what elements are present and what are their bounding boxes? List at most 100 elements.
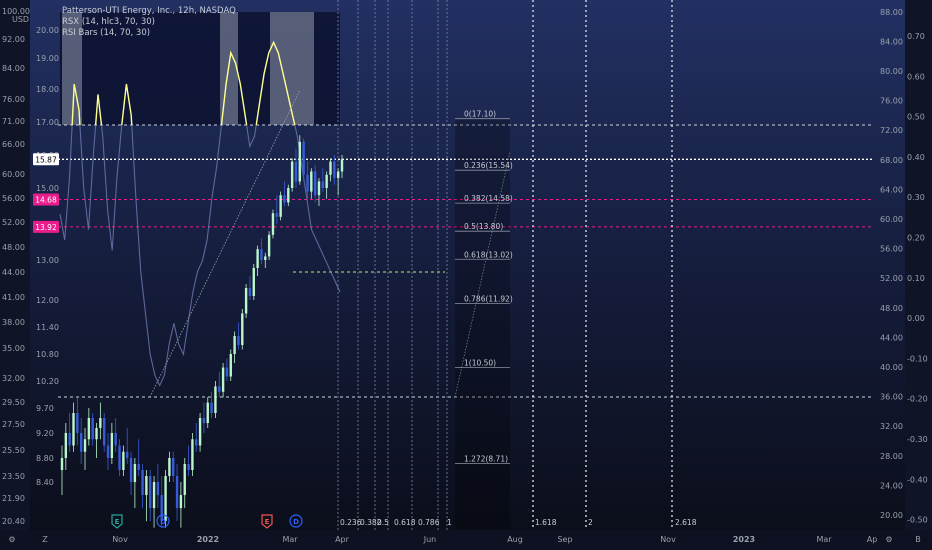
candle-body-up	[206, 402, 209, 423]
zoom-icon: Z	[42, 535, 48, 544]
chart-canvas[interactable]: 20.4021.9023.5025.5027.5029.5032.0035.00…	[0, 0, 932, 550]
candle-body-up	[99, 418, 102, 428]
left-axis-tick: 84.00	[2, 64, 25, 73]
candle-body-up	[64, 433, 68, 458]
price-axis-mid-tick: 8.40	[36, 478, 54, 487]
candle-body-up	[183, 464, 186, 496]
time-axis-label: Mar	[816, 535, 832, 544]
far-right-axis-tick: 0.10	[907, 274, 925, 283]
candle-body-down	[149, 476, 152, 509]
currency-label: USD	[12, 15, 29, 24]
settings-icon: B	[915, 535, 921, 544]
candle-body-up	[214, 386, 217, 413]
candle-body-up	[164, 476, 167, 522]
far-right-axis-tick: -0.20	[907, 395, 928, 404]
fib-level-label: 0.382(14.58)	[464, 194, 513, 203]
right-axis-tick: 84.00	[880, 37, 903, 46]
candle-body-up	[271, 213, 275, 235]
candle-body-down	[91, 418, 94, 440]
left-axis-tick: 23.50	[2, 472, 25, 481]
candle-body-down	[79, 433, 83, 452]
candle-body-up	[298, 141, 302, 182]
candle-body-down	[260, 249, 263, 260]
candle-body-down	[218, 386, 221, 392]
indicator-rsx-label[interactable]: RSX (14, hlc3, 70, 30)	[62, 17, 236, 28]
candle-body-down	[195, 439, 198, 446]
candle-body-up	[317, 181, 321, 196]
chart-legend: Patterson-UTI Energy, Inc., 12h, NASDAQ …	[62, 6, 236, 39]
fib-level-label: 0.5(13.80)	[464, 222, 503, 231]
time-axis-label: Nov	[660, 535, 676, 544]
left-axis-tick: 44.00	[2, 268, 25, 277]
candle-body-down	[313, 171, 317, 196]
candle-body-up	[179, 495, 183, 509]
far-right-axis-tick: -0.40	[907, 475, 928, 484]
fib-level-label: 0.236(15.54)	[464, 161, 513, 170]
candle-body-down	[210, 402, 213, 413]
left-axis-tick: 38.00	[2, 318, 25, 327]
candle-body-up	[145, 476, 148, 496]
price-axis-mid-tick: 19.00	[36, 54, 59, 63]
price-axis-mid-tick: 8.80	[36, 454, 54, 463]
far-right-axis-tick: 0.60	[907, 72, 925, 81]
chart-title: Patterson-UTI Energy, Inc., 12h, NASDAQ	[62, 6, 236, 16]
candle-body-down	[114, 433, 117, 446]
time-axis-label: 2022	[197, 535, 219, 544]
candle-body-up	[287, 188, 290, 203]
chart-root[interactable]: 20.40 21.90 23.50 25.50 27.50 29.50 32.00 35.00…	[0, 0, 932, 550]
price-axis-mid-tick: 10.80	[36, 350, 59, 359]
event-marker-label: E	[265, 518, 270, 526]
right-axis-tick: 24.00	[880, 481, 903, 490]
candle-body-up	[241, 313, 244, 345]
candle-body-down	[294, 161, 298, 182]
rsi-overbought-band	[270, 12, 314, 125]
fib-level-label: 0(17.10)	[464, 110, 496, 119]
time-axis-panel	[0, 530, 932, 550]
time-fib-label: 2	[588, 518, 593, 527]
left-axis-tick: 76.00	[2, 95, 25, 104]
price-tag-label: 13.92	[35, 223, 57, 232]
price-axis-mid-tick: 9.20	[36, 429, 54, 438]
candle-body-down	[225, 367, 229, 377]
time-axis-label: Mar	[282, 535, 298, 544]
time-fib-label: 1	[447, 518, 452, 527]
candle-body-up	[198, 418, 202, 446]
time-fib-label: 2.618	[675, 518, 697, 527]
left-axis-tick: 52.00	[2, 218, 25, 227]
price-axis-mid-tick: 11.40	[36, 323, 59, 332]
price-axis-mid-tick: 20.00	[36, 26, 59, 35]
right-axis-tick: 64.00	[880, 185, 903, 194]
candle-body-up	[340, 159, 344, 172]
candle-body-down	[302, 141, 305, 175]
left-axis-tick: 71.00	[2, 117, 25, 126]
right-axis-tick: 48.00	[880, 304, 903, 313]
candle-body-up	[229, 354, 232, 377]
far-right-axis-tick: 0.00	[907, 314, 925, 323]
far-right-axis-tick: -0.10	[907, 354, 928, 363]
candle-body-up	[279, 195, 282, 217]
fib-box	[455, 118, 510, 530]
price-axis-mid-tick: 9.70	[36, 404, 54, 413]
left-axis-tick: 29.50	[2, 398, 25, 407]
time-axis-label: Sep	[557, 535, 572, 544]
price-tag-label: 14.68	[35, 196, 57, 205]
indicator-rsibars-label[interactable]: RSI Bars (14, 70, 30)	[62, 28, 236, 39]
price-axis-mid-tick: 13.00	[36, 256, 59, 265]
left-axis-tick: 60.00	[2, 170, 25, 179]
far-right-axis-tick: 0.70	[907, 32, 925, 41]
left-axis-tick: 41.00	[2, 293, 25, 302]
candle-body-down	[106, 445, 110, 458]
candle-body-up	[152, 482, 156, 509]
candle-body-up	[87, 418, 91, 440]
candle-body-up	[191, 439, 194, 470]
far-right-axis-tick: -0.30	[907, 435, 928, 444]
candle-body-up	[95, 428, 98, 440]
candle-body-down	[248, 288, 252, 296]
candle-body-up	[256, 249, 259, 268]
time-axis-label: Aug	[507, 535, 523, 544]
price-axis-mid-tick: 18.00	[36, 85, 59, 94]
time-fib-label: 0.618	[394, 518, 416, 527]
candle-body-up	[83, 439, 87, 452]
left-axis-tick: 32.00	[2, 374, 25, 383]
fib-level-label: 0.786(11.92)	[464, 295, 513, 304]
